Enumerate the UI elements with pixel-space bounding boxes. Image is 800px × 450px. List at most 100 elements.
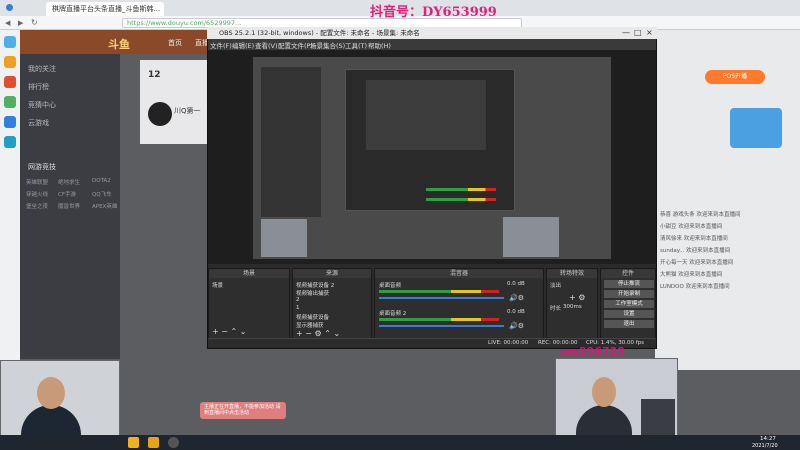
start-recording-button[interactable]: 开始录制 bbox=[604, 290, 654, 298]
duration-field[interactable]: 300ms bbox=[563, 304, 582, 310]
sidebar-item-follow[interactable]: 我的关注 bbox=[28, 64, 56, 74]
nested-obs-window bbox=[345, 69, 515, 211]
scenes-dock-title: 场景 bbox=[209, 269, 289, 278]
streamer-card[interactable]: 12 川Q第一 bbox=[140, 60, 210, 144]
mixer-track-db: 0.0 dB bbox=[507, 281, 525, 287]
obs-menubar: 文件(F) 编辑(E) 查看(V) 配置文件(P) 场景集合(S) 工具(T) … bbox=[208, 39, 656, 50]
room-count: 12 bbox=[148, 70, 161, 80]
sidebar-app-icon[interactable] bbox=[4, 116, 16, 128]
game-link[interactable]: CF手游 bbox=[58, 190, 76, 198]
reload-icon[interactable]: ↻ bbox=[31, 18, 38, 27]
game-link[interactable]: APEX英雄 bbox=[92, 202, 117, 210]
taskbar-app-icon[interactable] bbox=[148, 437, 159, 448]
streamer-avatar[interactable] bbox=[148, 102, 172, 126]
menu-file[interactable]: 文件(F) bbox=[210, 40, 232, 50]
back-icon[interactable]: ◀ bbox=[5, 19, 10, 27]
settings-button[interactable]: 设置 bbox=[604, 310, 654, 318]
nested-audio-meter bbox=[426, 198, 496, 201]
speaker-icon[interactable]: 🔊⚙ bbox=[509, 322, 524, 330]
game-link[interactable]: 堡垒之夜 bbox=[26, 202, 48, 210]
sidebar-app-icon[interactable] bbox=[4, 56, 16, 68]
menu-edit[interactable]: 编辑(E) bbox=[232, 40, 254, 50]
sidebar-item-cloudgame[interactable]: 云游戏 bbox=[28, 118, 49, 128]
menu-view[interactable]: 查看(V) bbox=[255, 40, 278, 50]
transition-type[interactable]: 淡出 bbox=[550, 281, 561, 289]
notice-popup[interactable]: 主播正在开直播，不能参加活动 请到直播间中点击活动 bbox=[200, 402, 286, 419]
menu-profile[interactable]: 配置文件(P) bbox=[278, 40, 313, 50]
game-link[interactable]: QQ飞车 bbox=[92, 190, 112, 198]
nested-preview bbox=[366, 80, 486, 150]
sidebar-app-icon[interactable] bbox=[4, 136, 16, 148]
audio-meter bbox=[379, 318, 499, 321]
game-link[interactable]: 魔兽世界 bbox=[58, 202, 80, 210]
volume-slider[interactable] bbox=[379, 325, 504, 327]
scene-item[interactable]: 场景 bbox=[212, 281, 223, 289]
forward-icon[interactable]: ▶ bbox=[18, 19, 23, 27]
mixer-track-name: 桌面音频 2 bbox=[379, 311, 407, 317]
menu-help[interactable]: 帮助(H) bbox=[368, 40, 391, 50]
scenes-dock: 场景 场景 + − ⌃ ⌄ bbox=[208, 268, 290, 344]
sidebar-item-guess[interactable]: 竞猜中心 bbox=[28, 100, 56, 110]
chat-message: 恭喜 游戏头条 欢迎来到本直播间 bbox=[660, 212, 741, 218]
chat-message: 小甜豆 欢迎来到本直播间 bbox=[660, 224, 723, 230]
chat-message: 清风徐来 欢迎来到本直播间 bbox=[660, 236, 728, 242]
taskbar-app-icon[interactable] bbox=[128, 437, 139, 448]
add-source-icon[interactable]: + − ⚙ ⌃ ⌄ bbox=[296, 329, 340, 338]
pos-button[interactable]: POS开播 bbox=[705, 70, 765, 84]
game-link[interactable]: 穿越火线 bbox=[26, 190, 48, 198]
controls-dock: 控件 停止推流 开始录制 工作室模式 设置 退出 bbox=[600, 268, 656, 344]
menu-scene-collection[interactable]: 场景集合(S) bbox=[310, 40, 345, 50]
add-transition-icon[interactable]: + ⚙ bbox=[569, 293, 585, 302]
studio-mode-button[interactable]: 工作室模式 bbox=[604, 300, 654, 308]
obs-preview[interactable] bbox=[253, 57, 611, 259]
game-link[interactable]: 英雄联盟 bbox=[26, 178, 48, 186]
promo-banner[interactable] bbox=[730, 108, 782, 148]
taskbar-obs-icon[interactable] bbox=[168, 437, 179, 448]
streamer-name: 川Q第一 bbox=[174, 107, 201, 115]
sidebar-app-icon[interactable] bbox=[4, 76, 16, 88]
person-head bbox=[592, 377, 616, 407]
game-link[interactable]: DOTA2 bbox=[92, 178, 111, 184]
douyu-logo[interactable]: 斗鱼 bbox=[108, 36, 130, 52]
sidebar-app-icon[interactable] bbox=[4, 36, 16, 48]
source-item[interactable]: 1 bbox=[296, 305, 300, 311]
sidebar-app-icon[interactable] bbox=[4, 96, 16, 108]
nested-webcam bbox=[261, 219, 307, 257]
nav-home[interactable]: 首页 bbox=[168, 38, 182, 48]
category-title: 网游竞技 bbox=[28, 163, 56, 171]
person-head bbox=[37, 377, 65, 409]
mixer-dock-title: 混音器 bbox=[375, 269, 543, 278]
source-item[interactable]: 2 bbox=[296, 297, 300, 303]
live-timer: LIVE: 00:00:00 bbox=[488, 340, 529, 346]
windows-taskbar: 14:27 2021/7/20 bbox=[0, 435, 800, 450]
source-item[interactable]: 显示器捕获 bbox=[296, 321, 324, 329]
volume-slider[interactable] bbox=[379, 297, 504, 299]
speaker-icon[interactable]: 🔊⚙ bbox=[509, 294, 524, 302]
stop-streaming-button[interactable]: 停止推流 bbox=[604, 280, 654, 288]
nested-audio-meter bbox=[426, 188, 496, 191]
browser-tab[interactable]: 棋牌直播平台头条直播_斗鱼斯韩... bbox=[46, 2, 164, 16]
game-link[interactable]: 绝地求生 bbox=[58, 178, 80, 186]
source-item[interactable]: 视频捕获设备 2 bbox=[296, 281, 334, 289]
transitions-dock-title: 转场特效 bbox=[547, 269, 597, 278]
watermark-bottom: om996729 bbox=[560, 345, 625, 358]
source-item[interactable]: 视频捕获设备 bbox=[296, 313, 329, 321]
transitions-dock: 转场特效 淡出 + ⚙ 时长 300ms bbox=[546, 268, 598, 344]
nested-sidebar bbox=[261, 67, 321, 217]
menu-tools[interactable]: 工具(T) bbox=[345, 40, 367, 50]
chat-message: LUNDOO 欢迎来到本直播间 bbox=[660, 284, 730, 290]
duration-label: 时长 bbox=[550, 306, 562, 312]
add-scene-icon[interactable]: + − ⌃ ⌄ bbox=[212, 327, 246, 336]
mixer-dock: 混音器 桌面音频 0.0 dB 🔊⚙ 桌面音频 2 0.0 dB 🔊⚙ bbox=[374, 268, 544, 344]
source-item[interactable]: 视频输出捕获 bbox=[296, 289, 329, 297]
obs-titlebar: OBS 25.2.1 (32-bit, windows) - 配置文件: 未命名… bbox=[207, 27, 657, 39]
sidebar-item-rank[interactable]: 排行榜 bbox=[28, 82, 49, 92]
maximize-icon[interactable]: □ bbox=[634, 28, 642, 37]
mixer-track-db: 0.0 dB bbox=[507, 309, 525, 315]
sources-dock-title: 来源 bbox=[293, 269, 371, 278]
right-panel: POS开播 bbox=[655, 30, 800, 370]
minimize-icon[interactable]: — bbox=[622, 28, 630, 37]
exit-button[interactable]: 退出 bbox=[604, 320, 654, 328]
close-icon[interactable]: × bbox=[646, 28, 653, 37]
douyu-sidebar: 我的关注 排行榜 竞猜中心 云游戏 网游竞技 英雄联盟 绝地求生 DOTA2 穿… bbox=[20, 54, 120, 359]
